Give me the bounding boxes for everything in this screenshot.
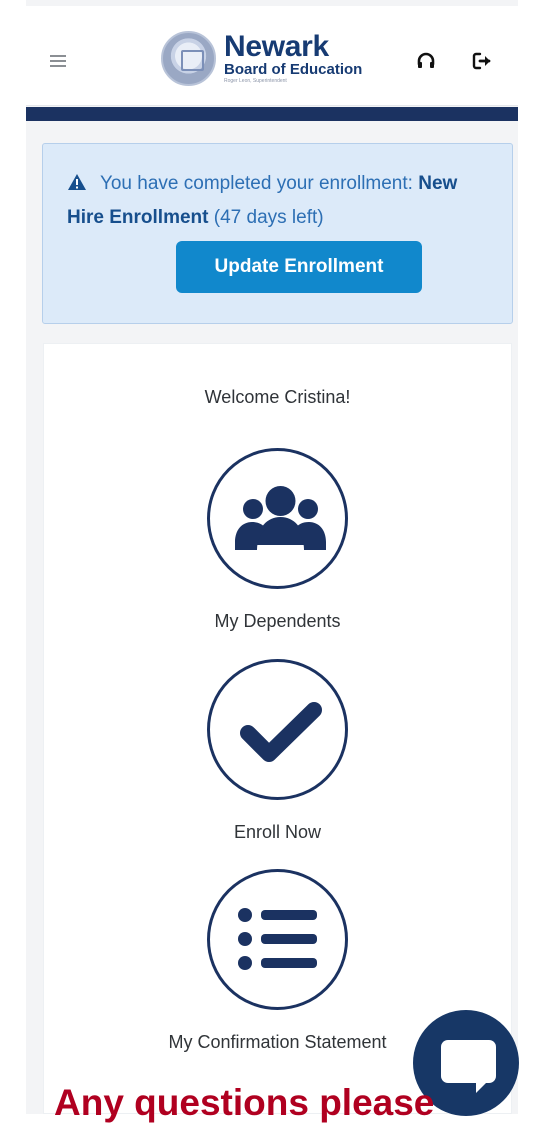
brand-subtitle: Board of Education: [224, 61, 363, 78]
brand-tagline: Roger Leon, Superintendent: [224, 78, 287, 84]
update-enrollment-button[interactable]: Update Enrollment: [176, 241, 422, 293]
logout-icon[interactable]: [470, 49, 494, 73]
checkmark-icon: [207, 659, 348, 800]
my-dependents-link[interactable]: My Dependents: [44, 448, 511, 632]
seal-icon: [161, 30, 216, 86]
enroll-now-link[interactable]: Enroll Now: [44, 659, 511, 843]
navy-navigation-bar: [26, 107, 518, 121]
users-icon: [207, 448, 348, 589]
warning-icon: [68, 174, 86, 190]
enroll-now-label: Enroll Now: [233, 822, 322, 842]
questions-banner: Any questions please: [54, 1082, 435, 1123]
app-viewport: Newark Board of Education Roger Leon, Su…: [26, 0, 518, 1114]
list-icon: [207, 869, 348, 1010]
alert-suffix: (47 days left): [208, 207, 324, 228]
welcome-message: Welcome Cristina!: [204, 387, 351, 407]
enrollment-status-alert: You have completed your enrollment: New …: [42, 143, 513, 324]
top-header: Newark Board of Education Roger Leon, Su…: [26, 6, 518, 106]
chat-icon: [441, 1040, 496, 1083]
brand-name: Newark: [224, 30, 329, 63]
menu-icon[interactable]: [50, 52, 70, 72]
alert-prefix: You have completed your enrollment:: [99, 173, 419, 194]
my-dependents-label: My Dependents: [214, 611, 341, 631]
headphones-icon[interactable]: [414, 49, 438, 73]
dashboard-card: Welcome Cristina! My Dependents Enroll N…: [43, 343, 512, 1114]
newark-board-logo[interactable]: Newark Board of Education Roger Leon, Su…: [161, 24, 401, 92]
brand-text: Newark Board of Education Roger Leon, Su…: [224, 30, 363, 85]
